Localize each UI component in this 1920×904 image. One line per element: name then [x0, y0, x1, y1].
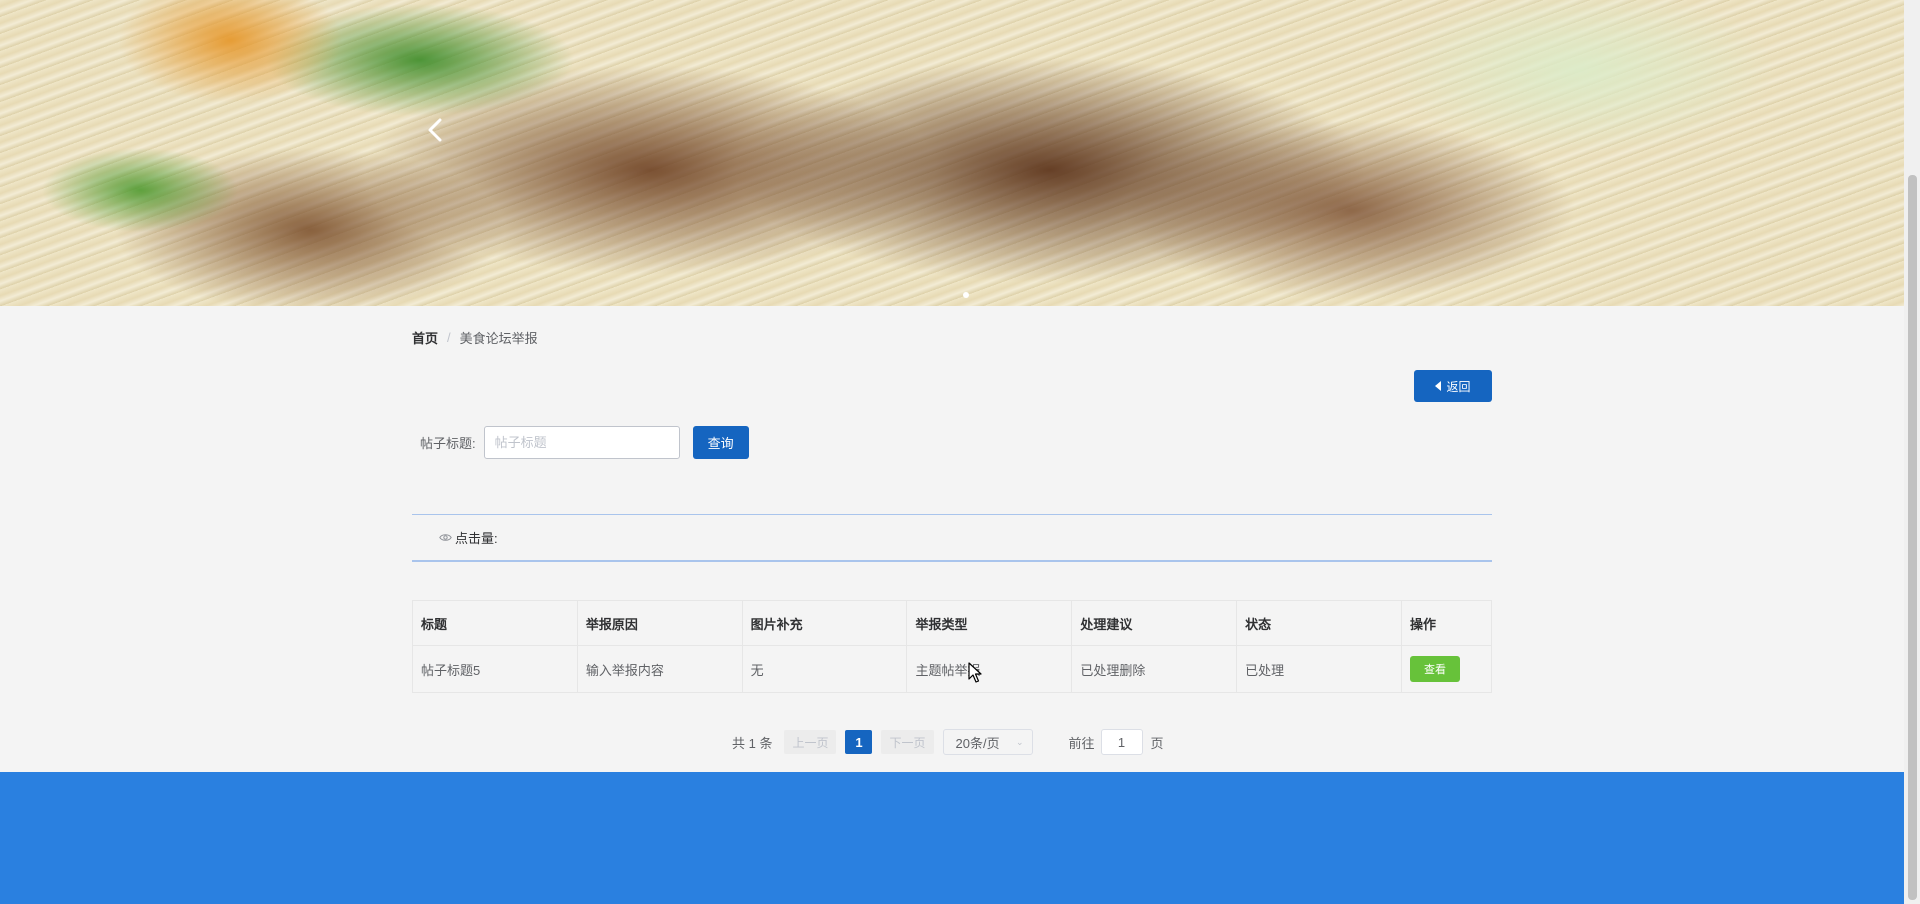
carousel-indicator[interactable] — [963, 292, 969, 298]
cell-suggestion: 已处理删除 — [1071, 645, 1238, 693]
page-size-value: 20条/页 — [955, 735, 1000, 751]
breadcrumb-separator: / — [447, 330, 451, 345]
search-form: 帖子标题: 查询 — [412, 426, 749, 459]
page-size-select[interactable]: 20条/页 ⌄ — [942, 729, 1033, 755]
column-header-image: 图片补充 — [741, 600, 908, 646]
view-button[interactable]: 查看 — [1409, 656, 1460, 682]
column-header-suggestion: 处理建议 — [1071, 600, 1238, 646]
breadcrumb-home[interactable]: 首页 — [412, 328, 438, 347]
back-button-label: 返回 — [1446, 379, 1471, 394]
chevron-down-icon: ⌄ — [1015, 736, 1024, 747]
column-header-title: 标题 — [412, 600, 578, 646]
prev-page-button[interactable]: 上一页 — [784, 730, 837, 754]
scrollbar-thumb[interactable] — [1908, 175, 1917, 900]
chevron-left-icon — [428, 118, 442, 142]
cell-image: 无 — [741, 645, 908, 693]
search-input[interactable] — [483, 426, 680, 459]
footer — [0, 772, 1904, 904]
carousel-prev-button[interactable] — [420, 112, 450, 148]
column-header-type: 举报类型 — [906, 600, 1073, 646]
table-header-row: 标题 举报原因 图片补充 举报类型 处理建议 状态 操作 — [412, 600, 1493, 646]
column-header-action: 操作 — [1400, 600, 1493, 646]
page-number-button[interactable]: 1 — [845, 730, 873, 754]
goto-page-input[interactable] — [1100, 729, 1143, 755]
breadcrumb: 首页 / 美食论坛举报 — [412, 328, 538, 347]
click-count-label: 点击量: — [455, 531, 498, 546]
pagination-total: 共 1 条 — [732, 735, 773, 751]
mouse-pointer-icon — [968, 662, 982, 683]
column-header-status: 状态 — [1236, 600, 1402, 646]
column-header-reason: 举报原因 — [576, 600, 743, 646]
cell-type: 主题帖举报 — [906, 645, 1073, 693]
search-label: 帖子标题: — [420, 436, 476, 451]
banner-carousel — [0, 0, 1904, 306]
goto-label: 前往 — [1068, 735, 1095, 751]
back-button[interactable]: 返回 — [1414, 370, 1492, 402]
pagination: 共 1 条 上一页 1 下一页 20条/页 ⌄ 前往 页 — [732, 729, 1164, 755]
report-table: 标题 举报原因 图片补充 举报类型 处理建议 状态 操作 帖子标题5 输入举报内… — [412, 600, 1493, 693]
eye-icon — [439, 534, 452, 541]
cell-status: 已处理 — [1236, 645, 1402, 693]
search-button[interactable]: 查询 — [692, 426, 749, 459]
cell-action: 查看 — [1400, 645, 1493, 693]
caret-left-icon — [1435, 381, 1442, 391]
breadcrumb-current: 美食论坛举报 — [459, 331, 538, 346]
click-count-bar: 点击量: — [412, 514, 1492, 562]
cell-title: 帖子标题5 — [412, 645, 578, 693]
goto-suffix: 页 — [1150, 735, 1164, 751]
cell-reason: 输入举报内容 — [576, 645, 743, 693]
next-page-button[interactable]: 下一页 — [881, 730, 934, 754]
table-row: 帖子标题5 输入举报内容 无 主题帖举报 已处理删除 已处理 查看 — [412, 645, 1493, 693]
page-scrollbar[interactable] — [1904, 0, 1920, 904]
